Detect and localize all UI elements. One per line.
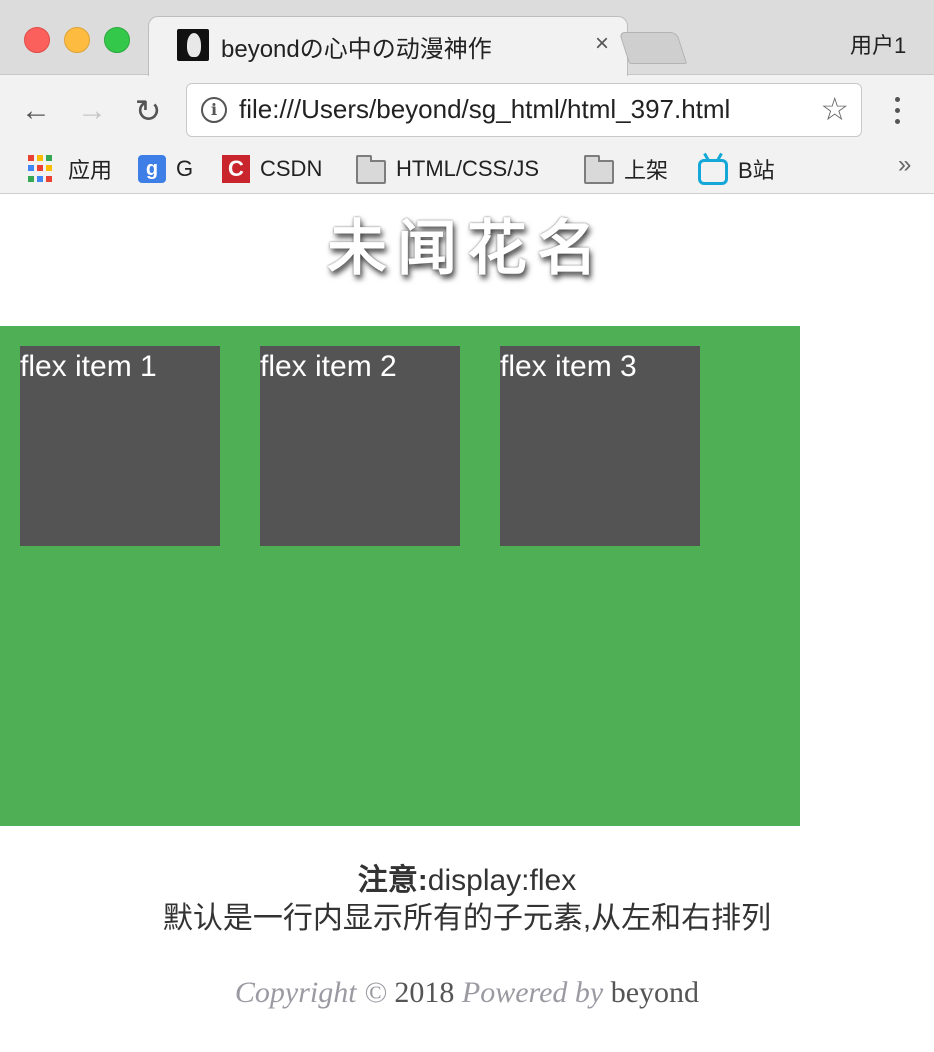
window-close-button[interactable] <box>24 27 50 53</box>
apps-grid-dot <box>28 155 34 161</box>
apps-grid-dot <box>46 155 52 161</box>
note: 注意:display:flex 默认是一行内显示所有的子元素,从左和右排列 <box>0 862 934 938</box>
bookmark-google[interactable]: g G <box>138 151 193 187</box>
flex-item-3: flex item 3 <box>500 346 700 546</box>
bookmark-bilibili[interactable]: B站 <box>698 151 775 187</box>
flex-container: flex item 1 flex item 2 flex item 3 <box>0 326 800 826</box>
tab-strip: beyondの心中の动漫神作 × 用户1 <box>0 0 934 76</box>
window-minimize-button[interactable] <box>64 27 90 53</box>
star-icon[interactable]: ☆ <box>820 90 849 128</box>
note-description: 默认是一行内显示所有的子元素,从左和右排列 <box>162 902 772 935</box>
address-bar[interactable]: i file:///Users/beyond/sg_html/html_397.… <box>186 83 862 137</box>
folder-icon <box>584 155 614 184</box>
apps-grid-dot <box>46 165 52 172</box>
profile-button[interactable]: 用户1 <box>850 28 906 60</box>
bookmark-label: 应用 <box>68 158 113 183</box>
note-heading: 注意:display:flex <box>0 862 934 900</box>
reload-icon[interactable]: ↻ <box>130 93 166 129</box>
window-zoom-button[interactable] <box>104 27 130 53</box>
footer-powered: Powered by <box>461 976 604 1009</box>
forward-arrow-icon[interactable]: → <box>74 93 110 129</box>
note-label: 注意: <box>357 864 428 897</box>
apps-grid-dot <box>37 165 43 172</box>
bookmark-label: G <box>176 156 194 181</box>
new-tab-button[interactable] <box>618 32 688 64</box>
apps-grid-dot <box>37 155 43 161</box>
page-title: 未闻花名 <box>327 214 607 284</box>
footer-year: 2018 <box>394 976 455 1009</box>
apps-grid-icon <box>26 151 58 187</box>
apps-grid-dot <box>37 175 43 182</box>
flex-item-1: flex item 1 <box>20 346 220 546</box>
url-text[interactable]: file:///Users/beyond/sg_html/html_397.ht… <box>239 94 730 125</box>
google-icon: g <box>138 155 166 183</box>
bilibili-icon <box>698 159 728 185</box>
note-code: display:flex <box>427 864 577 897</box>
footer: Copyright © 2018 Powered by beyond <box>0 976 934 1010</box>
folder-icon <box>356 155 386 184</box>
tab-title: beyondの心中の动漫神作 <box>221 36 492 63</box>
bookmark-label: CSDN <box>260 156 323 181</box>
menu-dots-icon[interactable] <box>885 93 909 129</box>
apps-grid-dot <box>46 175 52 182</box>
bookmark-label: HTML/CSS/JS <box>396 156 540 181</box>
footer-copyright: Copyright © <box>234 976 387 1009</box>
csdn-icon: C <box>222 155 250 183</box>
close-icon[interactable]: × <box>595 30 609 57</box>
bookmarks-overflow-icon[interactable]: » <box>898 151 911 179</box>
favicon-icon <box>177 29 209 61</box>
flex-item-2: flex item 2 <box>260 346 460 546</box>
bookmark-label: 上架 <box>624 158 669 183</box>
bookmark-folder-html[interactable]: HTML/CSS/JS <box>356 151 539 187</box>
toolbar: ← → ↻ i file:///Users/beyond/sg_html/htm… <box>0 75 934 147</box>
bookmark-apps[interactable]: 应用 <box>26 151 112 187</box>
tab-active[interactable]: beyondの心中の动漫神作 × <box>148 16 628 76</box>
bookmarks-bar: 应用 g G C CSDN HTML/CSS/JS 上架 B站 » <box>0 147 934 194</box>
bookmark-csdn[interactable]: C CSDN <box>222 151 322 187</box>
info-icon[interactable]: i <box>201 97 227 123</box>
bookmark-folder-shangjia[interactable]: 上架 <box>584 151 668 187</box>
bookmark-label: B站 <box>738 158 775 183</box>
apps-grid-dot <box>28 175 34 182</box>
footer-author: beyond <box>610 976 700 1009</box>
back-arrow-icon[interactable]: ← <box>18 93 54 129</box>
apps-grid-dot <box>28 165 34 172</box>
browser-chrome: beyondの心中の动漫神作 × 用户1 ← → ↻ i file:///Use… <box>0 0 934 194</box>
